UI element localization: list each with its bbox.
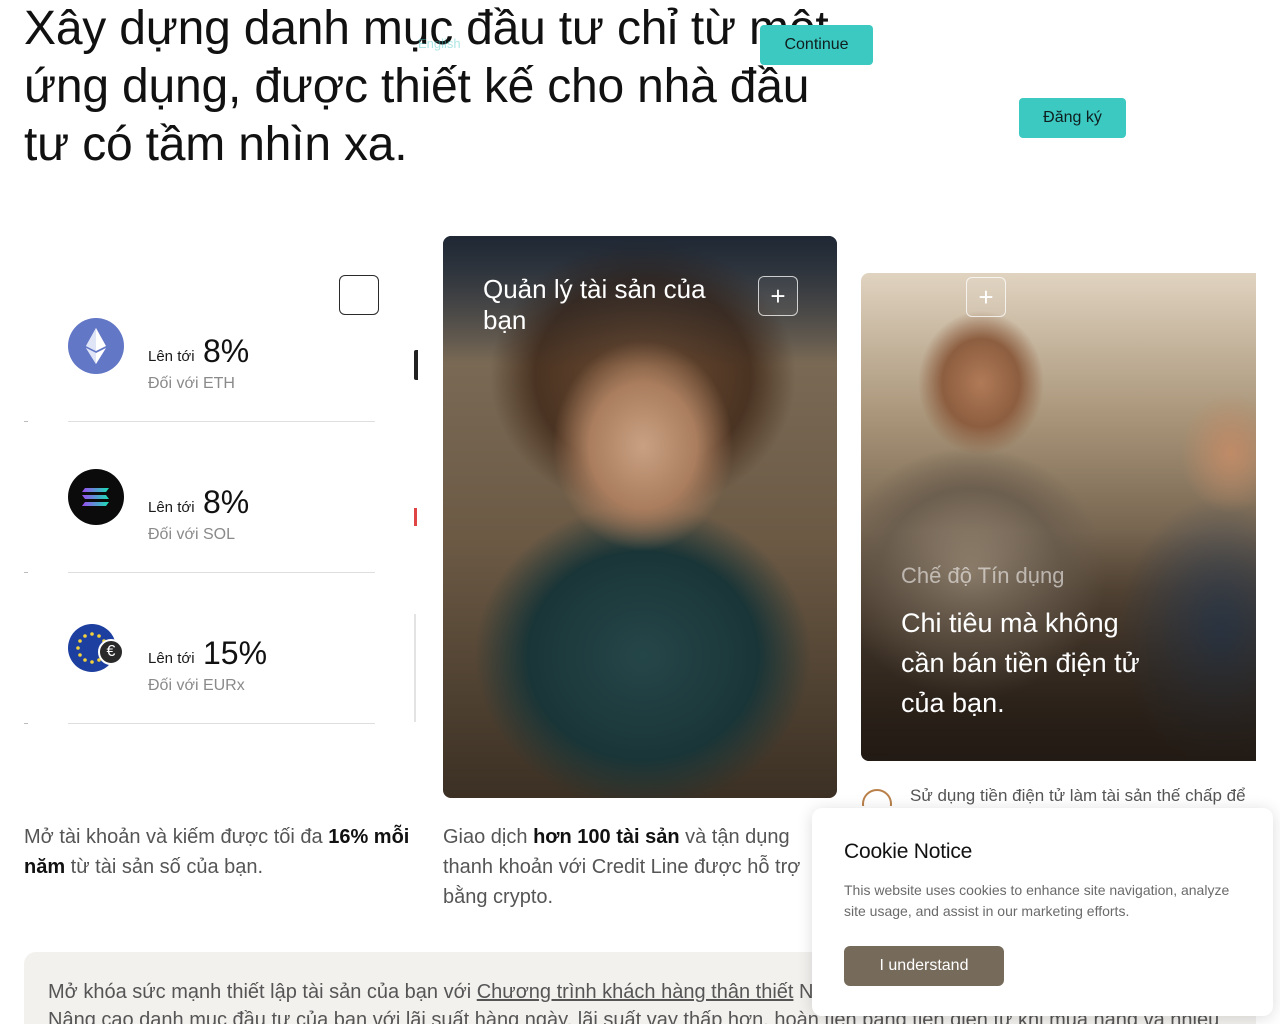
next-slide-peek — [414, 350, 418, 380]
feature-text: Sử dụng tiền điện tử làm tài sản thế chấ… — [910, 786, 1246, 805]
cookie-title: Cookie Notice — [844, 840, 973, 863]
credit-mode-card[interactable]: + Chế độ Tín dụng Chi tiêu mà không cần … — [861, 273, 1256, 761]
trade-description: Giao dịch hơn 100 tài sản và tận dụng th… — [443, 826, 801, 908]
solana-icon — [68, 469, 124, 525]
yield-prefix: Lên tới — [148, 650, 195, 667]
yield-prefix: Lên tới — [148, 348, 195, 365]
card-kicker: Chế độ Tín dụng — [901, 563, 1065, 588]
continue-button[interactable]: Continue — [760, 25, 873, 65]
divider — [24, 572, 28, 573]
yield-row-eurx: € Lên tới 15% Đối với EURx — [68, 573, 375, 724]
cookie-notice: Cookie Notice This website uses cookies … — [812, 808, 1273, 1016]
loyalty-link[interactable]: Chương trình khách hàng thân thiết — [477, 981, 794, 1003]
yield-asset: Đối với EURx — [148, 677, 245, 694]
yield-rate: 8% — [203, 333, 250, 369]
next-slide-peek — [414, 614, 416, 722]
feature-icon — [862, 789, 892, 806]
manage-assets-card[interactable]: Quản lý tài sản của bạn + — [443, 236, 837, 798]
divider — [24, 723, 28, 724]
register-button[interactable]: Đăng ký — [1019, 98, 1126, 138]
divider — [24, 421, 28, 422]
yield-prefix: Lên tới — [148, 499, 195, 516]
plus-icon[interactable]: + — [758, 276, 798, 316]
ethereum-icon — [68, 318, 124, 374]
earn-description: Mở tài khoản và kiếm được tối đa 16% mỗi… — [24, 826, 410, 878]
plus-icon[interactable]: + — [966, 277, 1006, 317]
hero-title: Xây dựng danh mục đầu tư chỉ từ một ứng … — [24, 2, 829, 171]
yield-row-sol: Lên tới 8% Đối với SOL — [68, 422, 375, 573]
yield-asset: Đối với ETH — [148, 375, 235, 392]
next-slide-peek — [414, 508, 417, 526]
language-selector[interactable]: English — [418, 36, 461, 52]
top-nav: English — [418, 36, 461, 52]
cookie-body: This website uses cookies to enhance sit… — [844, 882, 1230, 919]
yield-row-eth: Lên tới 8% Đối với ETH — [68, 271, 375, 422]
credit-feature-item: Sử dụng tiền điện tử làm tài sản thế chấ… — [862, 786, 1256, 806]
card-title: Chi tiêu mà không cần bán tiền điện tử c… — [901, 608, 1140, 718]
euro-badge-icon: € — [98, 639, 124, 665]
card-title: Quản lý tài sản của bạn — [483, 274, 706, 335]
yield-rate: 15% — [203, 635, 268, 671]
accept-cookies-button[interactable]: I understand — [844, 946, 1004, 986]
yield-asset: Đối với SOL — [148, 526, 235, 543]
yield-rate: 8% — [203, 484, 250, 520]
